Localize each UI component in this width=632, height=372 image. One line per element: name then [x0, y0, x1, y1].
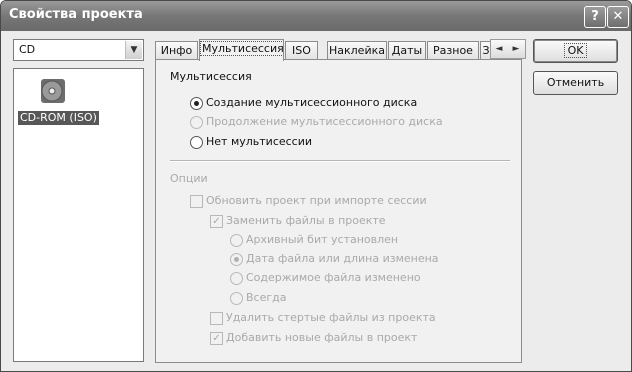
radio-button[interactable]: [230, 272, 243, 285]
radio-label: Нет мультисессии: [206, 135, 313, 148]
tab-dates[interactable]: Даты: [388, 41, 426, 59]
radio-label: Всегда: [246, 291, 287, 304]
tab-multisession[interactable]: Мультисессия: [199, 39, 284, 61]
radio-button[interactable]: [190, 116, 203, 129]
title-bar[interactable]: Свойства проекта ? ✕: [1, 1, 631, 31]
radio-button[interactable]: [190, 136, 203, 149]
checkbox[interactable]: ✓: [210, 215, 223, 228]
radio-label: Дата файла или длина изменена: [246, 252, 439, 265]
radio-label: Продолжение мультисессионного диска: [206, 115, 443, 128]
tab-misc[interactable]: Разное: [427, 41, 479, 59]
radio-button[interactable]: [230, 292, 243, 305]
chevron-down-icon[interactable]: ▼: [125, 41, 142, 59]
checkbox[interactable]: ✓: [210, 332, 223, 345]
radio-button[interactable]: [230, 253, 243, 266]
scroll-left-icon[interactable]: ◄: [491, 41, 507, 57]
tab-iso[interactable]: ISO: [285, 41, 318, 59]
checkbox-label: Заменить файлы в проекте: [226, 214, 386, 227]
checkbox[interactable]: [190, 195, 203, 208]
checkbox-label: Добавить новые файлы в проект: [226, 331, 418, 344]
tab-scroll-buttons: ◄ ►: [490, 39, 526, 59]
radio-label: Архивный бит установлен: [246, 233, 399, 246]
tab-strip: Инфо Мультисессия ISO Наклейка Даты Разн…: [155, 39, 526, 61]
checkbox-label: Обновить проект при импорте сессии: [206, 194, 427, 207]
radio-label: Содержимое файла изменено: [246, 271, 421, 284]
project-properties-dialog: Свойства проекта ? ✕ CD ▼ CD-ROM (ISO) И…: [0, 0, 632, 372]
help-button[interactable]: ?: [584, 6, 606, 28]
ok-button[interactable]: OK: [533, 39, 618, 63]
dialog-title: Свойства проекта: [9, 7, 143, 22]
drive-list: CD-ROM (ISO): [13, 68, 144, 362]
tab-info[interactable]: Инфо: [155, 41, 198, 59]
multisession-group-title: Мультисессия: [170, 70, 252, 83]
options-group-title: Опции: [170, 172, 208, 185]
tab-label[interactable]: Наклейка: [327, 41, 387, 59]
radio-button[interactable]: [230, 234, 243, 247]
scroll-right-icon[interactable]: ►: [508, 41, 524, 57]
close-button[interactable]: ✕: [607, 6, 629, 28]
divider: [170, 160, 510, 162]
checkbox[interactable]: [210, 312, 223, 325]
radio-button[interactable]: [190, 97, 203, 110]
radio-label: Создание мультисессионного диска: [206, 96, 418, 109]
cancel-button[interactable]: Отменить: [533, 71, 618, 95]
tab-panel-multisession: Мультисессия Создание мультисессионного …: [155, 59, 522, 363]
drive-type-value: CD: [19, 43, 36, 56]
checkbox-label: Удалить стертые файлы из проекта: [226, 311, 436, 324]
drive-type-select[interactable]: CD ▼: [13, 39, 144, 61]
cd-disc-icon: [41, 79, 65, 103]
drive-list-item-label: CD-ROM (ISO): [18, 111, 99, 125]
